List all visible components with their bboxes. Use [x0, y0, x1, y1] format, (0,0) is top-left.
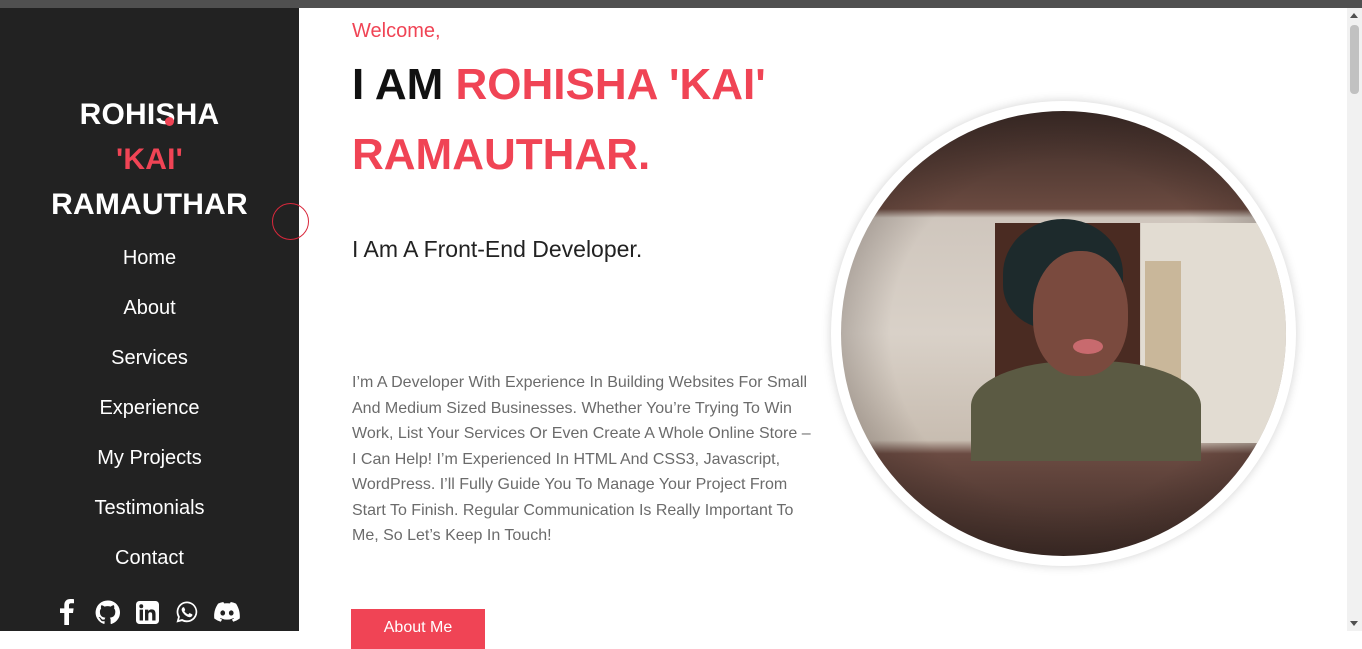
hero-subtitle: I Am A Front-End Developer.: [352, 236, 643, 262]
about-me-button[interactable]: About Me: [351, 609, 485, 649]
nav-item-services[interactable]: Services: [0, 341, 299, 391]
cursor-ring: [272, 203, 309, 240]
vertical-scrollbar[interactable]: [1347, 8, 1362, 631]
github-icon[interactable]: [94, 599, 120, 625]
scroll-up-icon[interactable]: [1350, 13, 1358, 18]
browser-top-bar: [0, 0, 1362, 8]
whatsapp-icon[interactable]: [174, 599, 200, 625]
brand-first-name: ROHISHA: [79, 98, 220, 131]
nav-item-home[interactable]: Home: [0, 241, 299, 291]
nav-item-testimonials[interactable]: Testimonials: [0, 491, 299, 541]
profile-photo-frame: [831, 101, 1296, 566]
hero-bio: I’m A Developer With Experience In Build…: [352, 374, 811, 544]
nav-item-contact[interactable]: Contact: [0, 541, 299, 591]
scrollbar-thumb[interactable]: [1350, 25, 1359, 94]
sidebar-nav: Home About Services Experience My Projec…: [0, 241, 299, 591]
photo-lips: [1073, 339, 1103, 354]
site-brand[interactable]: ROHISHA 'KAI' RAMAUTHAR: [0, 92, 299, 227]
photo-face: [1033, 251, 1128, 376]
headline-prefix: I AM: [352, 60, 444, 109]
welcome-text: Welcome,: [352, 20, 441, 42]
profile-photo: [841, 111, 1286, 556]
scroll-down-icon[interactable]: [1350, 621, 1358, 626]
nav-item-my-projects[interactable]: My Projects: [0, 441, 299, 491]
brand-nickname: 'KAI': [116, 143, 183, 176]
facebook-icon[interactable]: [54, 599, 80, 625]
hero-headline: I AM ROHISHA 'KAI' RAMAUTHAR.: [352, 50, 822, 190]
linkedin-icon[interactable]: [134, 599, 160, 625]
brand-last-name: RAMAUTHAR: [51, 188, 248, 221]
cursor-dot: [165, 117, 174, 126]
photo-shirt: [971, 361, 1201, 461]
nav-item-about[interactable]: About: [0, 291, 299, 341]
social-links: [54, 599, 240, 625]
nav-item-experience[interactable]: Experience: [0, 391, 299, 441]
sidebar: ROHISHA 'KAI' RAMAUTHAR Home About Servi…: [0, 8, 299, 631]
discord-icon[interactable]: [214, 599, 240, 625]
